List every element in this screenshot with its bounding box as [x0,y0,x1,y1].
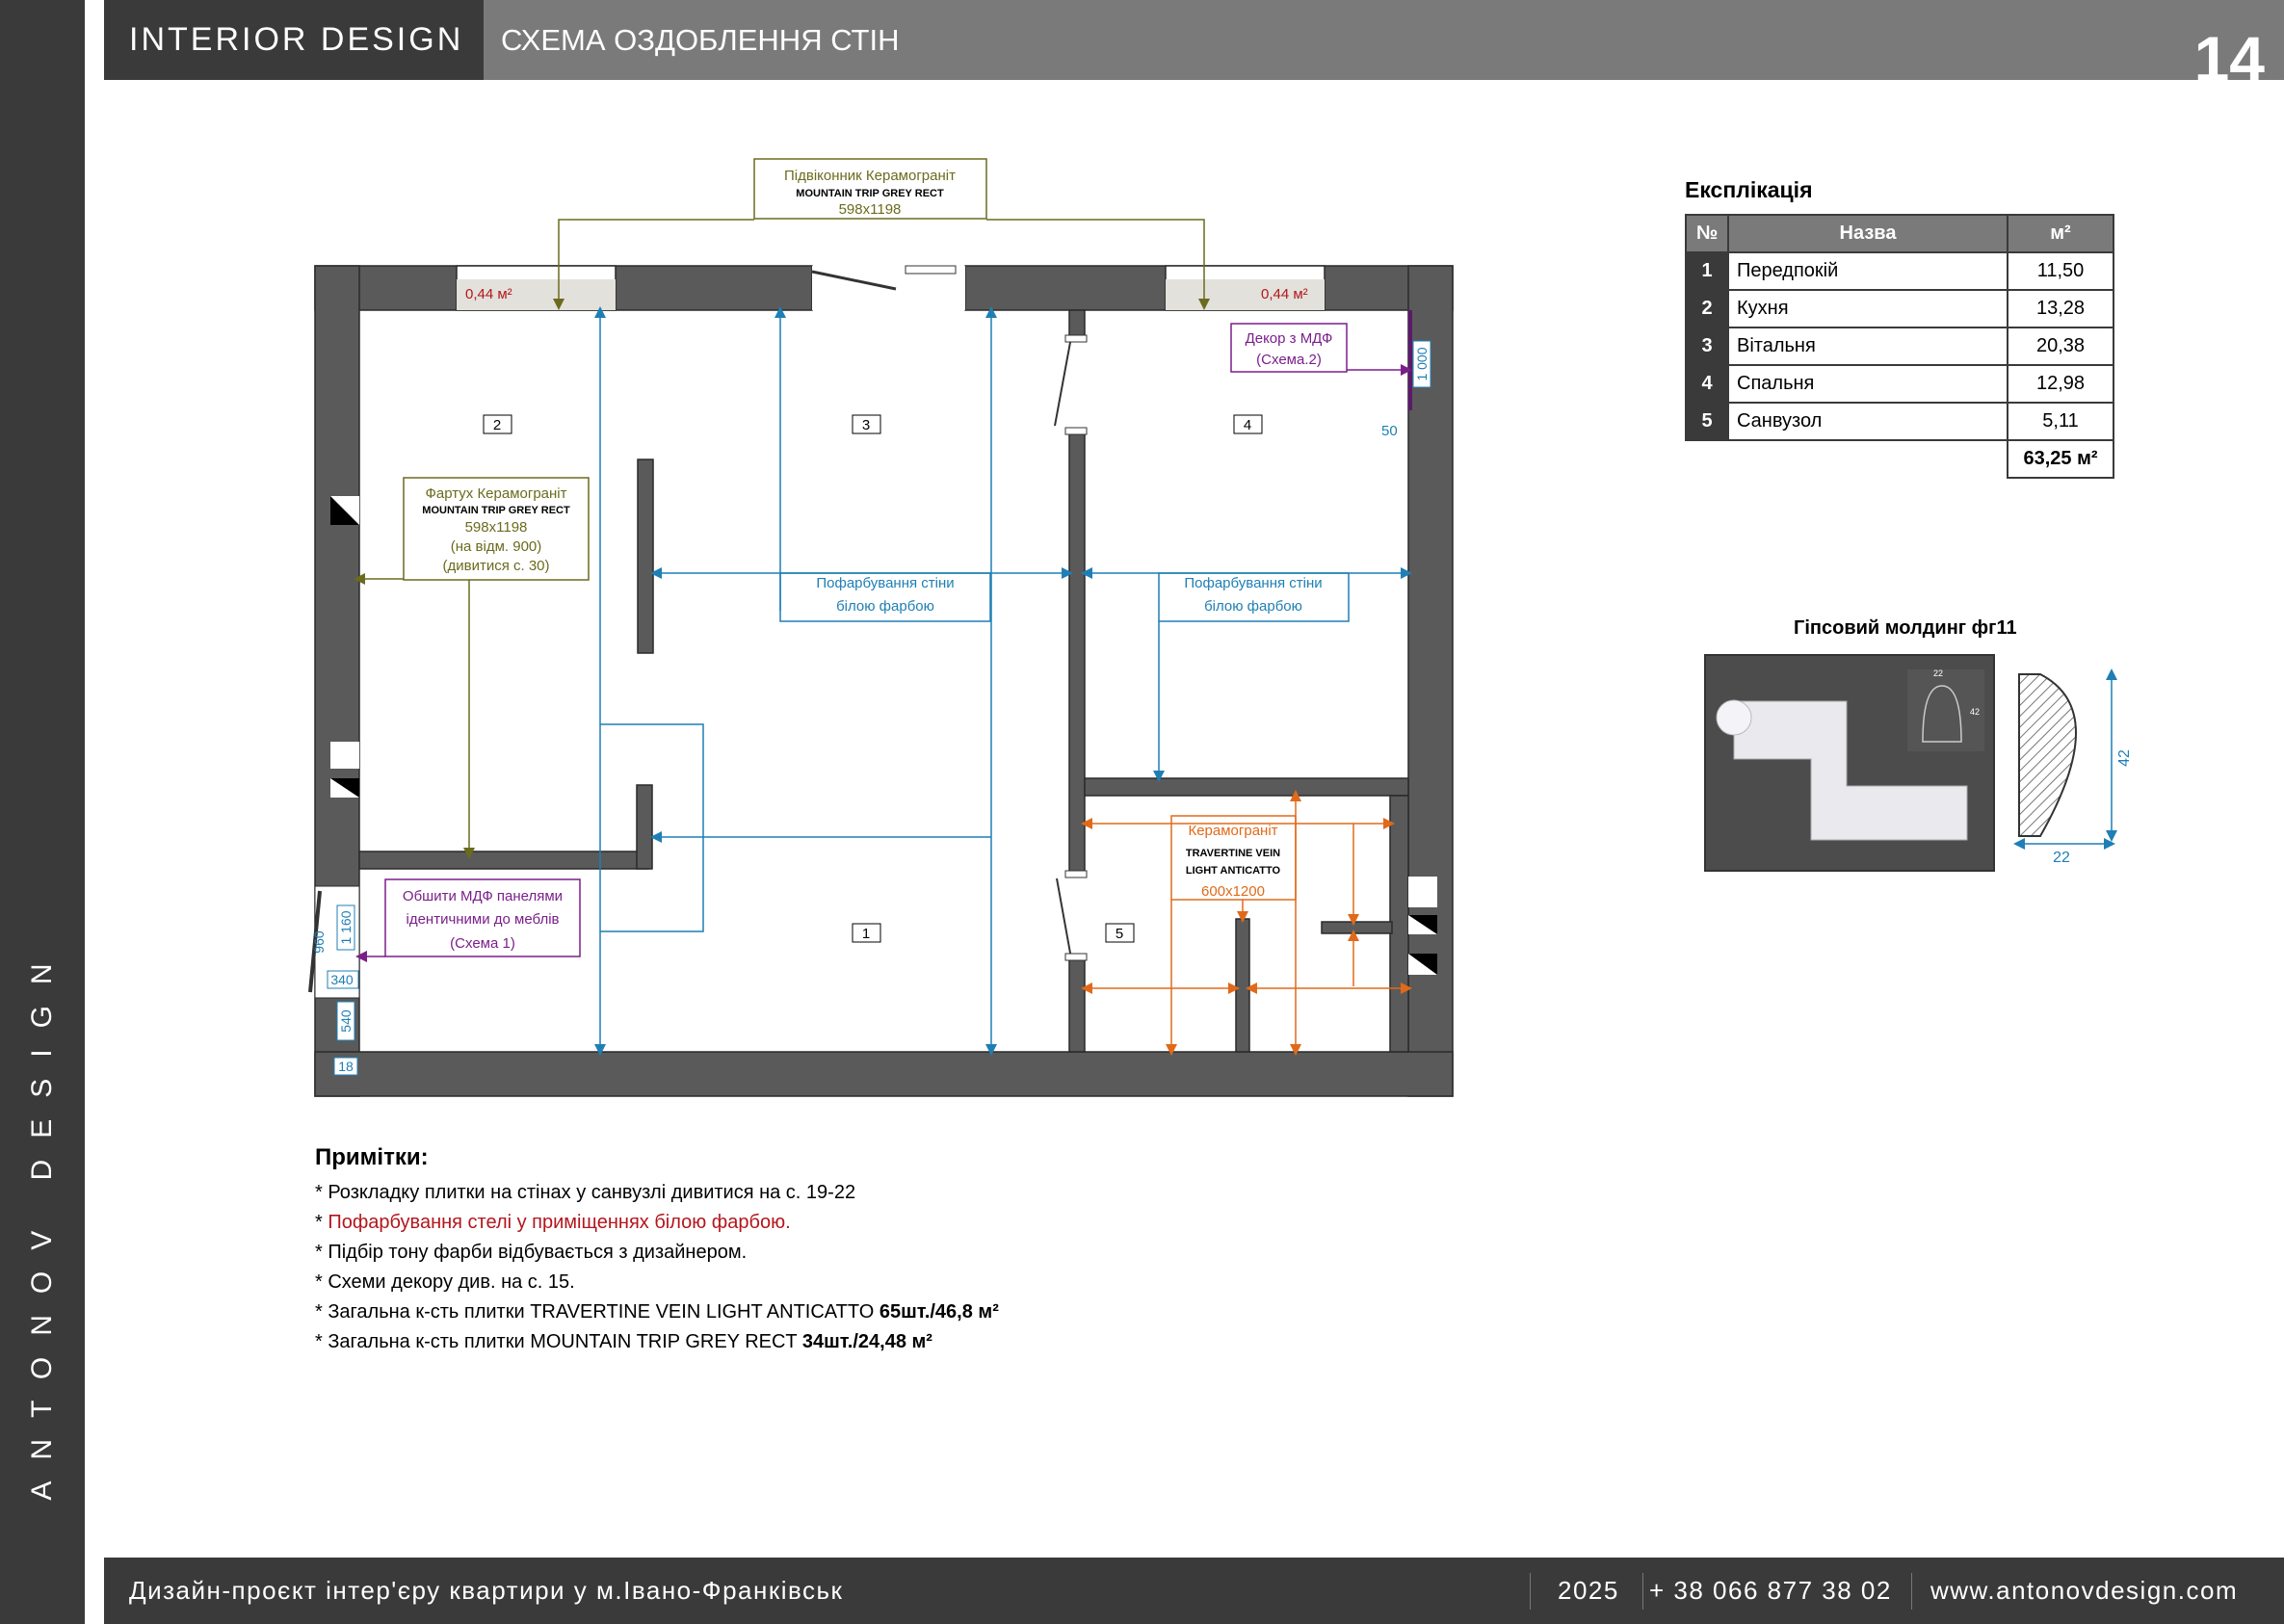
room-label-5: 5 [1116,926,1123,942]
explication-title: Експлікація [1685,177,1813,202]
dim-1160: 1 160 [338,910,354,944]
row-num: 4 [1685,364,1729,404]
room-label-1: 1 [862,926,870,942]
row-num: 3 [1685,327,1729,366]
row-area: 13,28 [2007,289,2114,328]
molding-width: 22 [2053,850,2070,866]
row-name: Передпокій [1727,251,2008,291]
windowsill-title: Підвіконник Керамограніт [784,168,956,184]
note-count: 65шт./46,8 м² [879,1301,999,1323]
notes: Примітки: * Розкладку плитки на стінах у… [315,1142,999,1357]
apron-size: 598x1198 [465,519,528,536]
windowsill-size: 598x1198 [839,201,902,218]
table-total-row: 63,25 м² [1686,439,2114,479]
paint-1-line2: білою фарбою [836,598,934,615]
windowsill-name: MOUNTAIN TRIP GREY RECT [796,188,944,199]
explication-table: № Назва м² 1 Передпокій 11,50 2 Кухня 13… [1685,214,2114,479]
dim-50: 50 [1381,423,1398,439]
row-area: 12,98 [2007,364,2114,404]
mdf-panels-line2: ідентичними до меблів [406,911,559,928]
paint-2-line2: білою фарбою [1204,598,1302,615]
row-name: Кухня [1727,289,2008,328]
table-row: 5 Санвузол 5,11 [1685,402,2114,441]
header-num: № [1685,214,1729,253]
walls [314,265,1454,1097]
row-num: 2 [1685,289,1729,328]
molding-small-height: 42 [1970,707,1980,717]
porcelain-size: 600x1200 [1201,883,1265,900]
footer: Дизайн-проєкт інтер'єру квартири у м.Іва… [104,1558,2284,1624]
header-name: Назва [1727,214,2008,253]
footer-phone: + 38 066 877 38 02 [1649,1576,1892,1605]
total-area: 63,25 м² [2007,439,2114,479]
row-num: 1 [1685,251,1729,291]
molding-small-width: 22 [1933,668,1943,678]
apron-name: MOUNTAIN TRIP GREY RECT [422,505,570,516]
table-row: 1 Передпокій 11,50 [1685,251,2114,291]
area-left-label: 0,44 м² [465,286,512,302]
room-label-3: 3 [862,417,870,433]
area-right-label: 0,44 м² [1261,286,1308,302]
dim-540: 540 [338,1009,354,1033]
note-item: * Підбір тону фарби відбувається з дизай… [315,1242,748,1263]
note-item: * Схеми декору див. на с. 15. [315,1271,575,1293]
row-name: Вітальня [1727,327,2008,366]
dim-960: 960 [311,930,327,954]
paint-1-line1: Пофарбування стіни [816,575,954,591]
dim-1000: 1 000 [1414,347,1430,380]
mdf-panels-line3: (Схема 1) [450,935,515,952]
row-area: 11,50 [2007,251,2114,291]
table-header-row: № Назва м² [1685,214,2114,253]
footer-website[interactable]: www.antonovdesign.com [1930,1558,2238,1624]
molding-title: Гіпсовий молдинг фг11 [1794,617,2017,639]
decor-mdf-line1: Декор з МДФ [1246,330,1333,347]
apron-mark: (на відм. 900) [451,538,542,555]
porcelain-name2: LIGHT ANTICATTO [1186,865,1281,877]
paint-2-line1: Пофарбування стіни [1184,575,1322,591]
row-area: 5,11 [2007,402,2114,441]
row-name: Санвузол [1727,402,2008,441]
table-row: 4 Спальня 12,98 [1685,364,2114,404]
row-num: 5 [1685,402,1729,441]
dim-18: 18 [338,1059,354,1074]
notes-title: Примітки: [315,1144,429,1170]
room-label-4: 4 [1244,417,1251,433]
note-item-red: Пофарбування стелі у приміщеннях білою ф… [328,1212,791,1233]
molding-height: 42 [2116,749,2133,767]
footer-project: Дизайн-проєкт інтер'єру квартири у м.Іва… [129,1576,844,1605]
room-label-2: 2 [493,417,501,433]
note-text: * Загальна к-сть плитки MOUNTAIN TRIP GR… [315,1331,798,1352]
mdf-panels-line1: Обшити МДФ панелями [403,888,563,904]
decor-mdf-line2: (Схема.2) [1256,352,1322,368]
header-area: м² [2007,214,2114,253]
note-item: * Пофарбування стелі у приміщеннях білою… [315,1212,791,1233]
note-item: * Загальна к-сть плитки MOUNTAIN TRIP GR… [315,1327,999,1357]
table-row: 2 Кухня 13,28 [1685,289,2114,328]
note-item: * Розкладку плитки на стінах у санвузлі … [315,1182,856,1203]
note-text: * Загальна к-сть плитки TRAVERTINE VEIN … [315,1301,875,1323]
row-name: Спальня [1727,364,2008,404]
porcelain-name1: TRAVERTINE VEIN [1186,848,1280,859]
apron-ref: (дивитися с. 30) [442,558,549,574]
note-count: 34шт./24,48 м² [801,1331,932,1352]
explication: Експлікація № Назва м² 1 Передпокій 11,5… [1685,177,2114,479]
porcelain-title: Керамограніт [1188,823,1277,839]
molding-drawing [1704,654,2117,872]
row-area: 20,38 [2007,327,2114,366]
table-row: 3 Вітальня 20,38 [1685,327,2114,366]
note-item: * Загальна к-сть плитки TRAVERTINE VEIN … [315,1297,999,1327]
dim-340: 340 [330,972,354,987]
footer-year: 2025 [1558,1576,1619,1605]
apron-title: Фартух Керамограніт [425,485,566,502]
